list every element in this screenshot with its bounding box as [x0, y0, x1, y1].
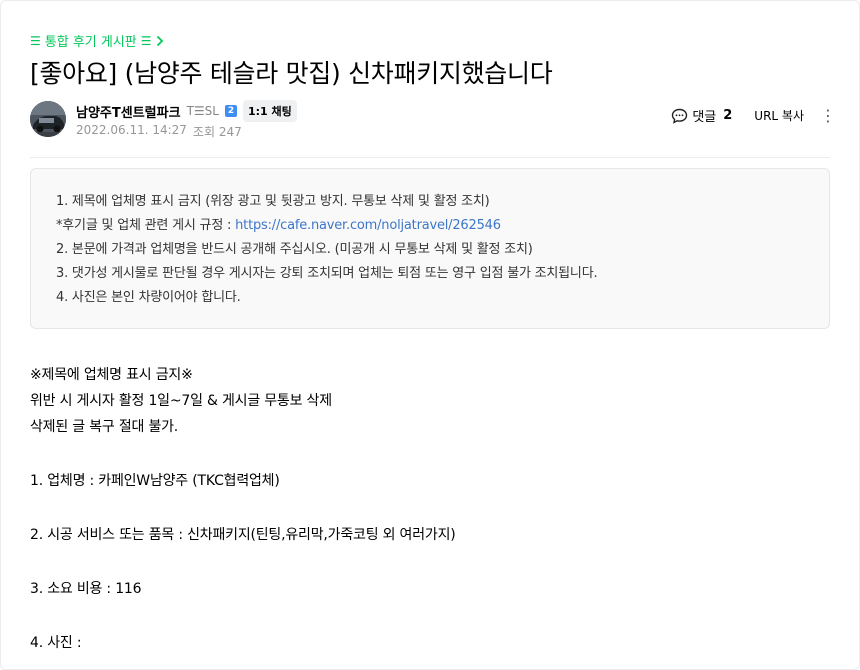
body-item: 2. 시공 서비스 또는 품목 : 신차패키지(틴팅,유리막,가죽코팅 외 여러… [30, 527, 456, 543]
body-item: 1. 업체명 : 카페인W남양주 (TKC협력업체) [30, 473, 280, 489]
body-warning: ※제목에 업체명 표시 금지※ [30, 367, 193, 383]
body-item: 4. 사진 : [30, 635, 82, 651]
notice-rule-link[interactable]: https://cafe.naver.com/noljatravel/26254… [235, 218, 501, 233]
comment-count: 2 [723, 108, 733, 123]
notice-line: 2. 본문에 가격과 업체명을 반드시 공개해 주십시오. (미공개 시 무통보… [56, 242, 533, 257]
notice-line: 3. 댓가성 게시물로 판단될 경우 게시자는 강퇴 조치되며 업체는 퇴점 또… [56, 266, 598, 281]
post-meta: 2022.06.11. 14:27 조회 247 [76, 123, 242, 140]
more-options-icon[interactable]: ⋮ [820, 107, 836, 123]
board-link[interactable]: ☰ 통합 후기 게시판 ☰ [30, 31, 164, 50]
menu-icon: ☰ [30, 33, 41, 48]
post-body: ※제목에 업체명 표시 금지※ 위반 시 게시자 활정 1일~7일 & 게시글 … [30, 362, 830, 656]
header-divider [30, 157, 830, 158]
board-link-label: 통합 후기 게시판 [44, 35, 137, 50]
chevron-right-icon [156, 35, 163, 46]
chat-button[interactable]: 1:1 채팅 [242, 100, 297, 122]
notice-line: *후기글 및 업체 관련 게시 규정 : https://cafe.naver.… [56, 214, 804, 238]
page-title: [좋아요] (남양주 테슬라 맛집) 신차패키지했습니다 [30, 59, 553, 88]
body-warning: 삭제된 글 복구 절대 불가. [30, 419, 179, 435]
comment-button[interactable]: 댓글 2 [671, 106, 732, 125]
view-count: 조회 247 [192, 125, 242, 139]
url-copy-button[interactable]: URL 복사 [754, 107, 804, 124]
avatar[interactable] [30, 101, 66, 137]
menu-icon: ☰ [140, 33, 152, 48]
author-level: T☰SL [186, 104, 219, 118]
author-name[interactable]: 남양주T센트럴파크 [76, 102, 181, 121]
author-row: 남양주T센트럴파크 T☰SL 2 1:1 채팅 [76, 100, 297, 122]
body-item: 3. 소요 비용 : 116 [30, 581, 142, 597]
notice-box: 1. 제목에 업체명 표시 금지 (위장 광고 및 뒷광고 방지. 무통보 삭제… [30, 168, 830, 329]
comment-label: 댓글 [692, 110, 717, 125]
notice-rule-label: *후기글 및 업체 관련 게시 규정 : [56, 218, 236, 233]
body-warning: 위반 시 게시자 활정 1일~7일 & 게시글 무통보 삭제 [30, 393, 332, 409]
notice-line: 4. 사진은 본인 차량이어야 합니다. [56, 290, 241, 305]
post-tools: 댓글 2 URL 복사 ⋮ [671, 106, 836, 125]
notice-line: 1. 제목에 업체명 표시 금지 (위장 광고 및 뒷광고 방지. 무통보 삭제… [56, 194, 490, 209]
comment-icon [672, 108, 688, 124]
post-date: 2022.06.11. 14:27 [76, 123, 187, 137]
level-badge: 2 [224, 105, 237, 117]
